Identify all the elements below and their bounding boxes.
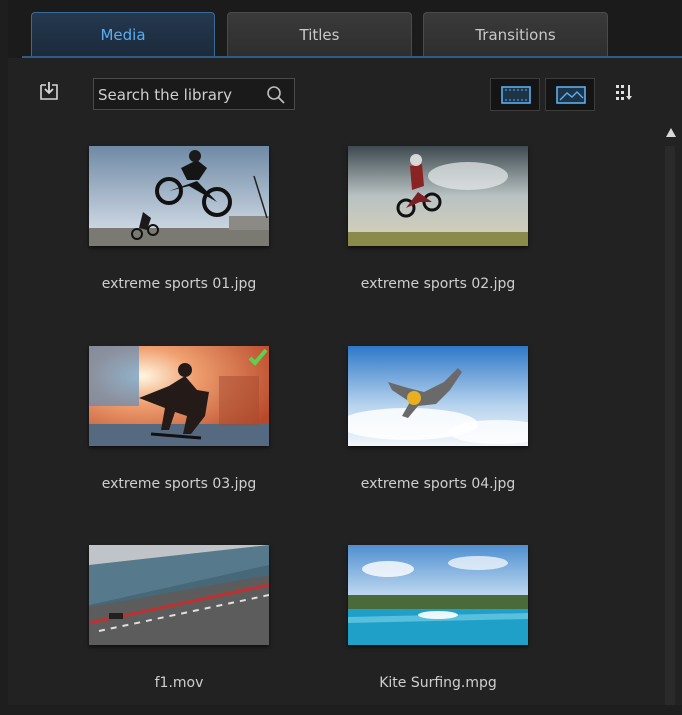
- media-thumbnail[interactable]: [89, 146, 269, 246]
- image-view-button[interactable]: [545, 78, 595, 111]
- media-filename: extreme sports 01.jpg: [101, 276, 257, 292]
- media-filename: f1.mov: [154, 675, 204, 691]
- media-thumbnail[interactable]: [89, 545, 269, 645]
- media-thumbnail[interactable]: [89, 346, 269, 446]
- search-input[interactable]: Search the library: [93, 78, 295, 110]
- scroll-track[interactable]: [665, 146, 675, 705]
- tab-transitions[interactable]: Transitions: [423, 12, 608, 56]
- storyboard-view-icon: [501, 86, 531, 104]
- sort-grid-icon[interactable]: [614, 82, 636, 104]
- search-icon[interactable]: [266, 85, 286, 105]
- search-input-text: Search the library: [98, 86, 232, 104]
- media-library-panel: Media Titles Transitions Search the libr…: [8, 0, 682, 705]
- media-filename: extreme sports 02.jpg: [360, 276, 516, 292]
- media-item[interactable]: extreme sports 02.jpg: [338, 146, 538, 316]
- media-filename: Kite Surfing.mpg: [379, 675, 497, 691]
- media-item[interactable]: Kite Surfing.mpg: [338, 545, 538, 715]
- media-thumbnail[interactable]: [348, 146, 528, 246]
- media-thumbnail[interactable]: [348, 545, 528, 645]
- scroll-up-arrow-icon[interactable]: [666, 128, 676, 137]
- library-toolbar: Search the library: [8, 58, 682, 124]
- tab-media[interactable]: Media: [31, 12, 215, 56]
- tab-bar: Media Titles Transitions: [8, 0, 682, 58]
- media-filename: extreme sports 04.jpg: [360, 476, 516, 492]
- media-item[interactable]: extreme sports 04.jpg: [338, 346, 538, 516]
- tab-titles[interactable]: Titles: [227, 12, 412, 56]
- media-filename: extreme sports 03.jpg: [101, 476, 257, 492]
- media-item[interactable]: f1.mov: [79, 545, 279, 715]
- media-thumbnail[interactable]: [348, 346, 528, 446]
- storyboard-view-button[interactable]: [490, 78, 540, 111]
- import-media-icon[interactable]: [38, 80, 60, 102]
- image-view-icon: [556, 86, 586, 104]
- media-item[interactable]: extreme sports 01.jpg: [79, 146, 279, 316]
- scrollbar[interactable]: [662, 124, 680, 705]
- media-item[interactable]: extreme sports 03.jpg: [79, 346, 279, 516]
- selected-check-icon: [248, 348, 268, 366]
